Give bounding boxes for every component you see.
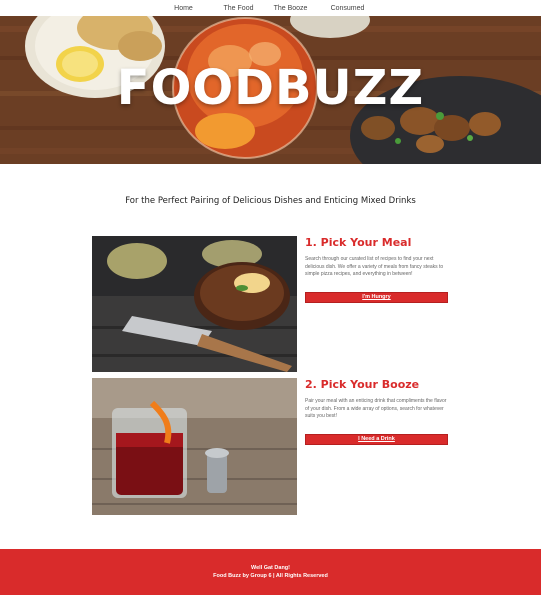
i-need-a-drink-button[interactable]: I Need a Drink bbox=[305, 434, 448, 445]
cocktail-image bbox=[92, 378, 297, 515]
booze-card-title: 2. Pick Your Booze bbox=[305, 378, 420, 391]
im-hungry-button[interactable]: I'm Hungry bbox=[305, 292, 448, 303]
nav-food-link[interactable]: The Food bbox=[209, 5, 269, 12]
meal-card: 1. Pick Your Meal Search through our cur… bbox=[305, 236, 449, 303]
nav-booze-link[interactable]: The Booze bbox=[269, 5, 313, 12]
steak-image bbox=[92, 236, 297, 372]
hero-banner: FOODBUZZ bbox=[0, 16, 541, 164]
booze-card: 2. Pick Your Booze Pair your meal with a… bbox=[305, 378, 449, 445]
nav-home-link[interactable]: Home bbox=[159, 5, 209, 12]
footer: Well Gat Dang! Food Buzz by Group 6 | Al… bbox=[0, 549, 541, 595]
footer-line-1: Well Gat Dang! bbox=[250, 565, 290, 571]
meal-card-description: Search through our curated list of recip… bbox=[305, 256, 444, 277]
tagline: For the Perfect Pairing of Delicious Dis… bbox=[125, 196, 416, 206]
nav-consumed-link[interactable]: Consumed bbox=[313, 5, 383, 12]
top-nav: Home The Food The Booze Consumed bbox=[0, 0, 541, 16]
meal-card-title: 1. Pick Your Meal bbox=[305, 236, 412, 249]
booze-card-description: Pair your meal with an enticing drink th… bbox=[305, 398, 447, 419]
hero-title: FOODBUZZ bbox=[116, 60, 425, 116]
footer-line-2: Food Buzz by Group 6 | All Rights Reserv… bbox=[213, 573, 328, 579]
